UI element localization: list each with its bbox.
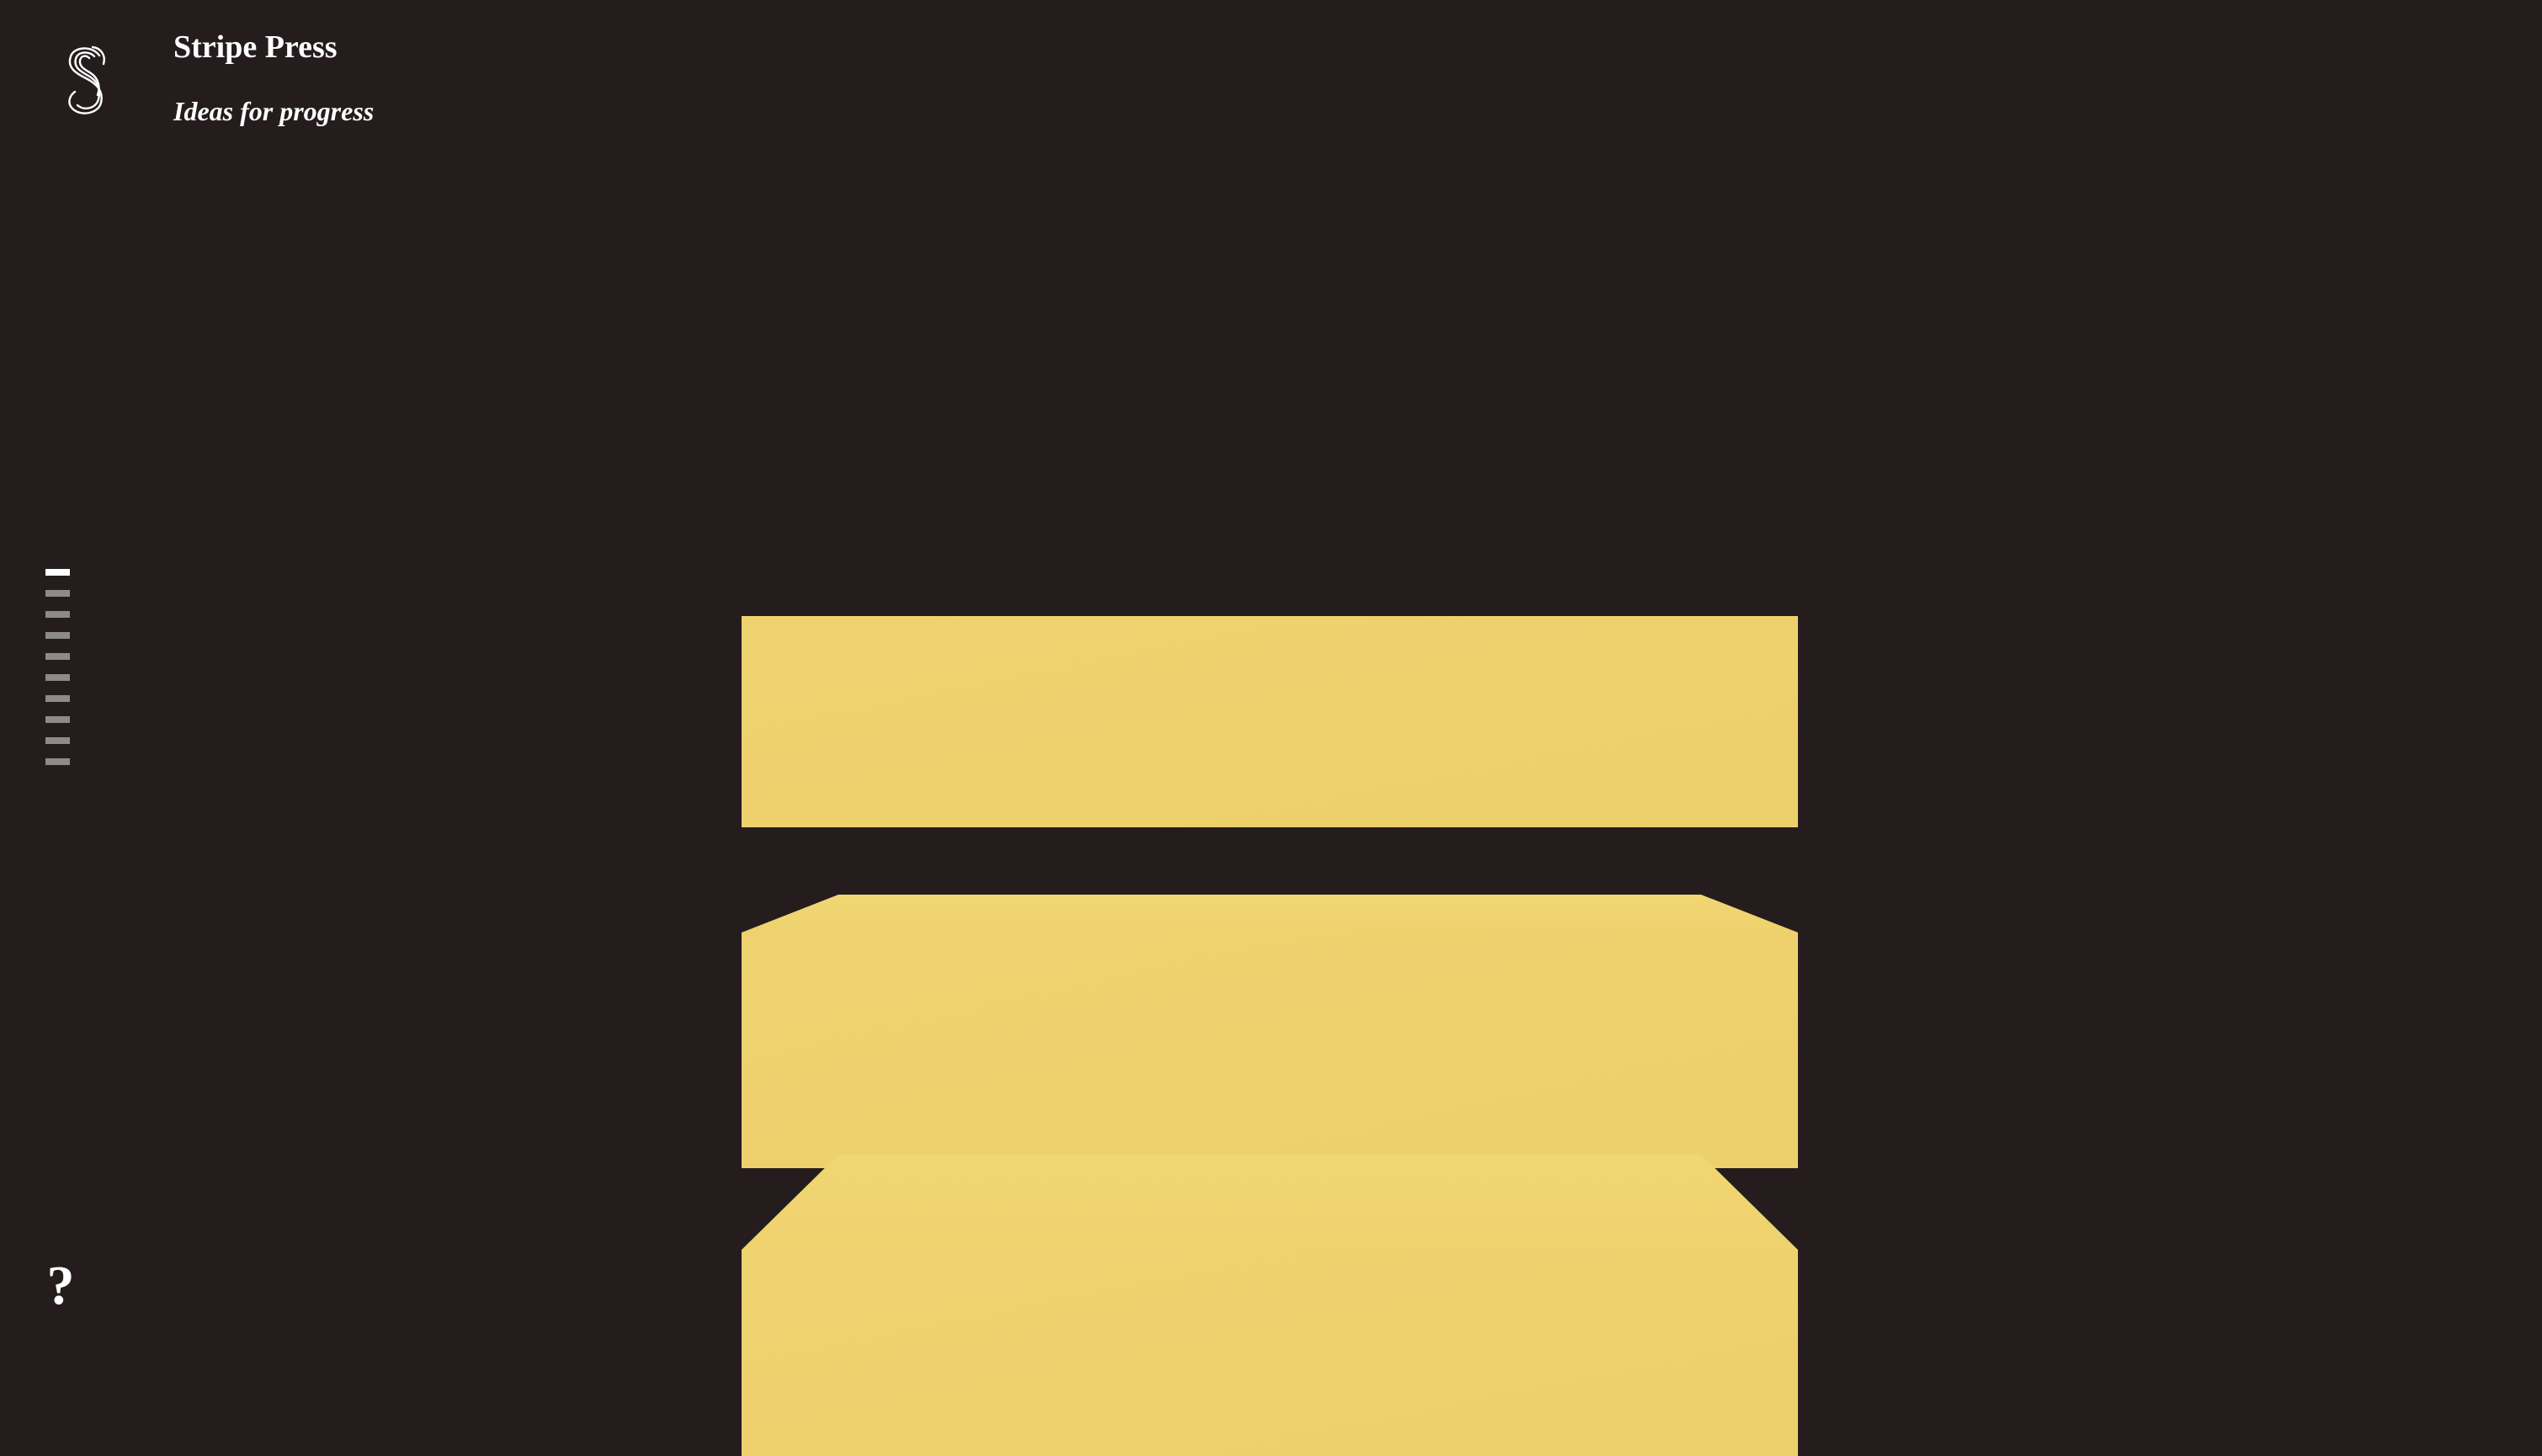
stripe-press-logo[interactable] — [61, 45, 109, 116]
book-block-bottom[interactable] — [742, 1155, 1798, 1456]
section-nav-item[interactable] — [45, 569, 70, 576]
section-nav-item[interactable] — [45, 758, 70, 765]
section-nav-item[interactable] — [45, 590, 70, 597]
help-button[interactable]: ? — [44, 1258, 77, 1314]
section-nav — [45, 569, 74, 779]
site-tagline: Ideas for progress — [173, 96, 375, 126]
section-nav-item[interactable] — [45, 653, 70, 660]
section-nav-item[interactable] — [45, 716, 70, 723]
book-shelf-3d[interactable] — [742, 614, 1798, 1456]
section-nav-item[interactable] — [45, 737, 70, 744]
stripe-press-s-logo-icon — [68, 45, 105, 114]
section-nav-item[interactable] — [45, 695, 70, 702]
book-block-top[interactable] — [742, 616, 1798, 827]
section-nav-item[interactable] — [45, 632, 70, 639]
site-title[interactable]: Stripe Press — [173, 25, 338, 69]
book-block-middle[interactable] — [742, 895, 1798, 1168]
section-nav-item[interactable] — [45, 674, 70, 681]
section-nav-item[interactable] — [45, 611, 70, 618]
